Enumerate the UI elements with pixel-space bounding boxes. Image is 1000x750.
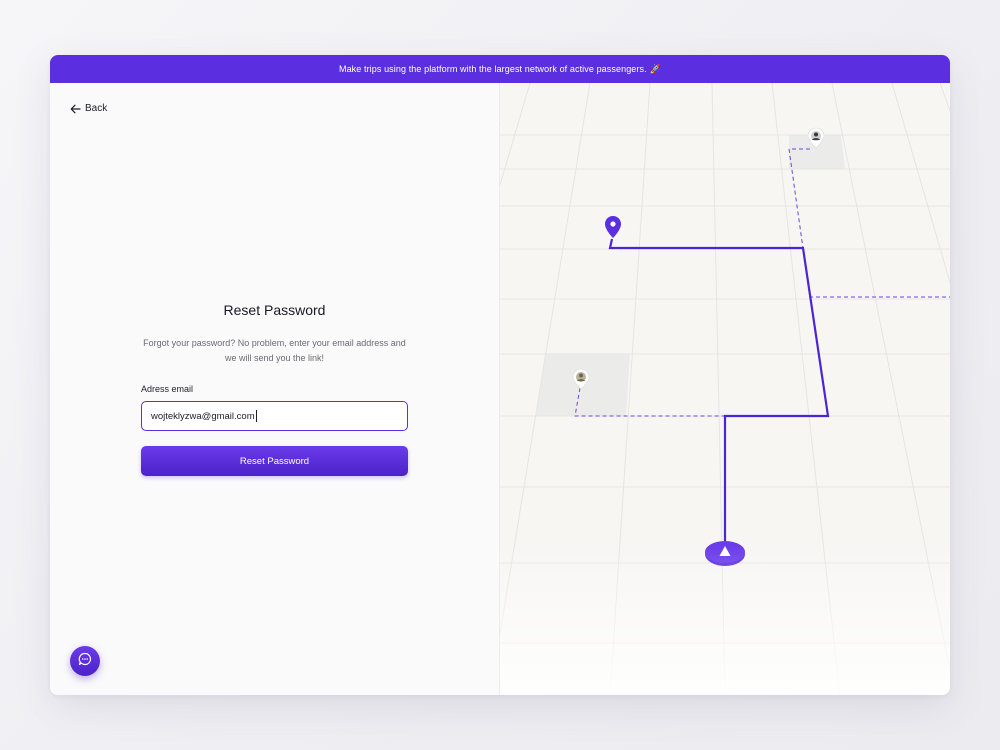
navigation-arrow-icon[interactable] — [705, 541, 745, 566]
form-description: Forgot your password? No problem, enter … — [143, 338, 406, 363]
email-field-value: wojteklyzwa@gmail.com — [151, 410, 255, 422]
map-illustration — [500, 83, 950, 695]
chat-button[interactable] — [70, 646, 100, 676]
map-pin-icon[interactable] — [605, 216, 621, 238]
route-map — [499, 83, 950, 695]
email-field[interactable]: wojteklyzwa@gmail.com — [141, 401, 408, 431]
back-label: Back — [85, 103, 108, 114]
rocket-icon: 🚀 — [649, 63, 662, 74]
app-window: Make trips using the platform with the l… — [50, 55, 950, 695]
email-label: Adress email — [141, 384, 194, 394]
chat-bubble-icon — [78, 652, 92, 671]
arrow-left-icon — [70, 104, 81, 114]
text-caret — [255, 410, 257, 422]
promo-banner: Make trips using the platform with the l… — [50, 55, 950, 83]
form-panel: Back Reset Password Forgot your password… — [50, 83, 499, 695]
reset-password-button-label: Reset Password — [239, 455, 310, 467]
page-title: Reset Password — [223, 302, 326, 318]
back-link[interactable]: Back — [70, 103, 107, 114]
reset-password-button[interactable]: Reset Password — [141, 446, 408, 476]
promo-banner-text: Make trips using the platform with the l… — [338, 64, 647, 74]
